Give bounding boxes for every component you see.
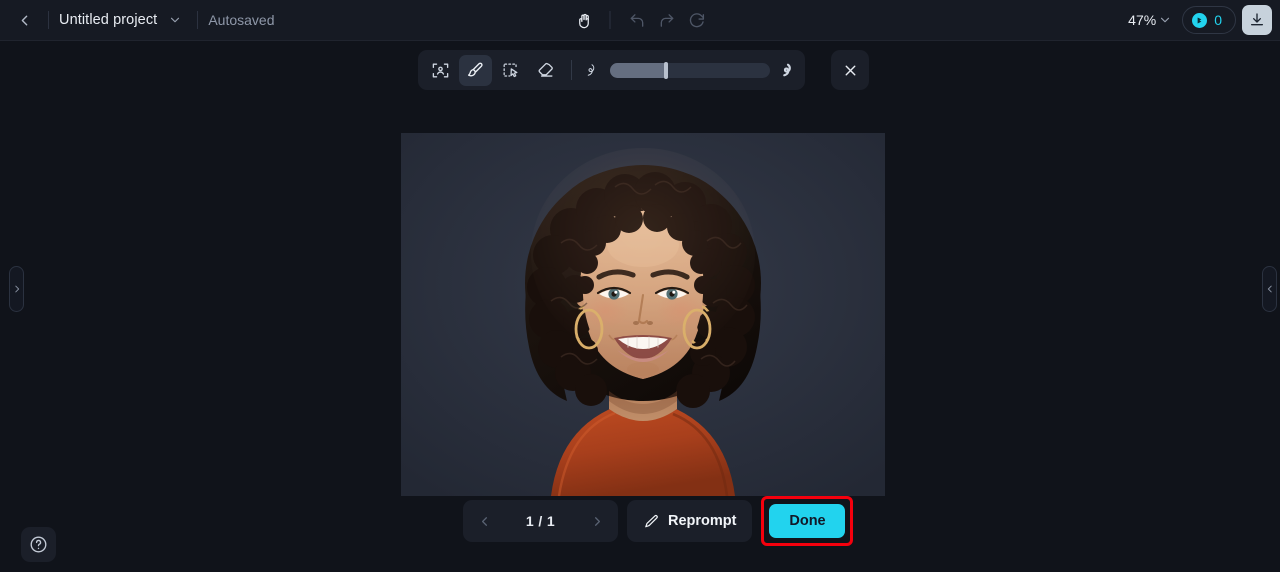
chevron-left-icon (481, 516, 487, 526)
download-button[interactable] (1242, 5, 1272, 35)
result-pager: 1 / 1 (463, 500, 618, 542)
left-panel-toggle[interactable] (9, 266, 24, 312)
bottom-action-bar: 1 / 1 Reprompt Done (463, 496, 854, 546)
done-label: Done (789, 513, 826, 529)
header-divider-3 (609, 11, 611, 29)
select-subject-tool[interactable] (424, 55, 457, 86)
large-stroke-icon (783, 63, 791, 77)
page-indicator: 1 / 1 (525, 513, 556, 529)
coin-glyph-icon (1197, 17, 1202, 23)
redo-arrow-icon (660, 13, 673, 27)
undo-button[interactable] (623, 6, 651, 34)
undo-arrow-icon (630, 13, 643, 27)
refresh-icon (689, 12, 704, 27)
reset-button[interactable] (683, 6, 711, 34)
help-button[interactable] (21, 527, 56, 562)
chevron-right-icon (594, 516, 600, 526)
edit-toolbar (418, 50, 805, 90)
chevron-left-icon (1267, 285, 1272, 293)
close-toolbar-button[interactable] (831, 50, 869, 90)
pan-tool-button[interactable] (570, 6, 598, 34)
app-header: Untitled project Autosaved 47% 0 (0, 0, 1280, 41)
header-left-group: Untitled project Autosaved (0, 0, 275, 40)
project-menu-button[interactable] (163, 8, 187, 32)
header-divider-1 (48, 11, 49, 29)
magic-select-tool[interactable] (494, 55, 527, 86)
brush-size-slider-fill (610, 62, 666, 78)
image-editor-app: Untitled project Autosaved 47% 0 1 / 1 R… (0, 0, 1280, 572)
lasso-cursor-icon (503, 63, 518, 77)
person-in-frame-icon (432, 62, 449, 78)
hand-icon (578, 13, 589, 28)
paintbrush-icon (467, 62, 483, 76)
question-mark-circle-icon (30, 536, 47, 553)
chevron-left-icon (21, 15, 27, 25)
credits-badge[interactable]: 0 (1182, 6, 1236, 34)
toolbar-divider (571, 60, 572, 80)
eraser-tool[interactable] (529, 55, 562, 86)
image-canvas[interactable] (401, 133, 885, 496)
done-button[interactable]: Done (769, 504, 846, 538)
credits-count: 0 (1214, 12, 1222, 28)
pencil-icon (645, 514, 658, 527)
header-right-group: 47% 0 (1120, 0, 1272, 40)
chevron-down-icon (171, 17, 180, 23)
download-icon (1251, 13, 1263, 26)
save-status: Autosaved (208, 12, 275, 28)
zoom-control[interactable]: 47% (1120, 9, 1176, 31)
portrait-image (401, 133, 885, 496)
redo-button[interactable] (653, 6, 681, 34)
zoom-level-value: 47% (1128, 12, 1157, 28)
page-title: Untitled project (59, 12, 158, 28)
next-result-button[interactable] (582, 506, 612, 536)
small-stroke-icon (587, 64, 595, 76)
header-divider-2 (197, 11, 199, 29)
reprompt-label: Reprompt (668, 513, 737, 529)
credit-coin-icon (1192, 12, 1208, 28)
done-button-highlight: Done (761, 496, 854, 546)
right-panel-toggle[interactable] (1262, 266, 1277, 312)
brush-size-group (581, 61, 799, 79)
brush-size-slider[interactable] (610, 61, 770, 79)
reprompt-button[interactable]: Reprompt (627, 500, 753, 542)
eraser-icon (538, 62, 553, 77)
header-center-group (570, 0, 711, 40)
back-button[interactable] (10, 6, 38, 34)
chevron-down-icon (1161, 17, 1170, 23)
chevron-right-icon (14, 285, 19, 293)
brush-tool[interactable] (459, 54, 492, 86)
prev-result-button[interactable] (469, 506, 499, 536)
brush-size-slider-thumb[interactable] (664, 61, 668, 79)
close-x-icon (845, 65, 855, 75)
